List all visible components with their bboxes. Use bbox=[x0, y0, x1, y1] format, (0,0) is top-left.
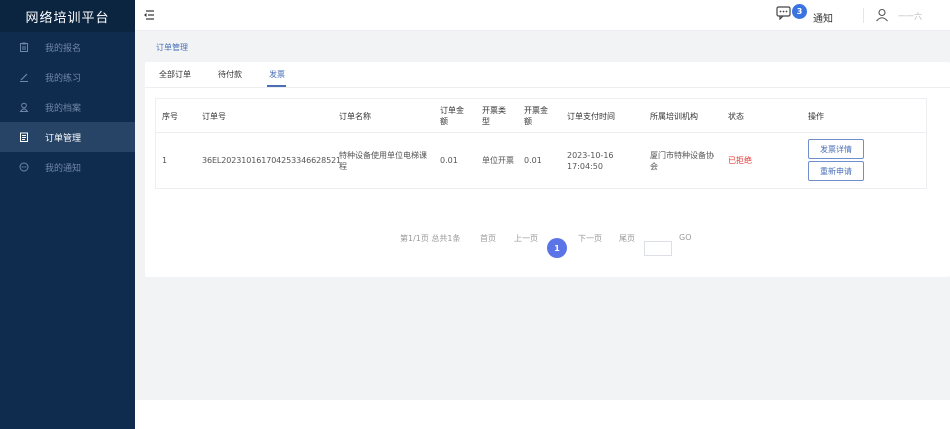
cell-amount: 0.01 bbox=[440, 156, 458, 165]
cell-org-line2: 会 bbox=[650, 162, 658, 171]
tab-pending-payment[interactable]: 待付款 bbox=[218, 69, 242, 80]
column-header-status: 状态 bbox=[728, 112, 744, 121]
notification-link[interactable]: 通知 bbox=[813, 10, 833, 25]
column-header-invoice-amount-line1: 开票金 bbox=[524, 106, 548, 115]
cell-pay-time: 2023-10-16 17:04:50 bbox=[567, 150, 614, 172]
sidebar-item-my-practice[interactable]: 我的练习 bbox=[0, 62, 135, 92]
cell-invoice-type: 单位开票 bbox=[482, 156, 514, 165]
cell-org-line1: 厦门市特种设备协 bbox=[650, 151, 714, 160]
tab-bar: 全部订单 待付款 发票 bbox=[145, 62, 950, 88]
column-header-amount: 订单金 额 bbox=[440, 105, 464, 127]
goto-page-input[interactable] bbox=[644, 241, 672, 256]
column-header-invoice-type-line1: 开票类 bbox=[482, 106, 506, 115]
column-header-org: 所属培训机构 bbox=[650, 112, 698, 121]
main-content: 订单管理 全部订单 待付款 发票 序号 订单号 订单名称 订单金 额 开票类 型 bbox=[135, 31, 950, 400]
cell-order-name: 特种设备使用单位电梯课 程 bbox=[339, 150, 427, 172]
order-card: 全部订单 待付款 发票 序号 订单号 订单名称 订单金 额 开票类 型 开票金 bbox=[145, 62, 950, 277]
user-avatar-icon[interactable] bbox=[875, 8, 889, 24]
column-header-invoice-amount: 开票金 额 bbox=[524, 105, 548, 127]
last-page-link[interactable]: 尾页 bbox=[619, 233, 635, 244]
breadcrumb[interactable]: 订单管理 bbox=[156, 42, 188, 53]
reapply-button[interactable]: 重新申请 bbox=[808, 161, 864, 181]
cell-invoice-amount: 0.01 bbox=[524, 156, 542, 165]
column-header-actions: 操作 bbox=[808, 112, 824, 121]
column-header-order-name: 订单名称 bbox=[339, 112, 371, 121]
cell-org: 厦门市特种设备协 会 bbox=[650, 150, 714, 172]
sidebar: 网络培训平台 我的报名 我的练习 我的档案 订单管理 我的通知 bbox=[0, 0, 135, 429]
sidebar-item-my-profile[interactable]: 我的档案 bbox=[0, 92, 135, 122]
tab-invoice[interactable]: 发票 bbox=[269, 69, 285, 80]
cell-index: 1 bbox=[162, 156, 168, 165]
message-icon bbox=[19, 162, 29, 172]
menu-collapse-icon[interactable] bbox=[143, 9, 155, 21]
order-icon bbox=[19, 132, 29, 142]
sidebar-item-label: 我的通知 bbox=[45, 163, 82, 174]
app-title: 网络培训平台 bbox=[0, 0, 135, 32]
cell-order-name-line2: 程 bbox=[339, 162, 347, 171]
column-header-invoice-amount-line2: 额 bbox=[524, 117, 532, 126]
column-header-order-no: 订单号 bbox=[202, 112, 226, 121]
top-bar: 3 通知 一一六 bbox=[135, 0, 950, 31]
prev-page-link[interactable]: 上一页 bbox=[514, 233, 538, 244]
sidebar-item-label: 我的练习 bbox=[45, 73, 82, 84]
column-header-amount-line1: 订单金 bbox=[440, 106, 464, 115]
sidebar-item-label: 订单管理 bbox=[45, 133, 82, 144]
user-profile-icon bbox=[19, 102, 29, 112]
column-header-invoice-type-line2: 型 bbox=[482, 117, 490, 126]
pagination-summary: 第1/1页 总共1条 bbox=[400, 234, 461, 243]
notification-count-badge: 3 bbox=[792, 4, 807, 19]
sidebar-item-order-management[interactable]: 订单管理 bbox=[0, 122, 135, 152]
cell-order-name-line1: 特种设备使用单位电梯课 bbox=[339, 151, 427, 160]
divider bbox=[863, 8, 864, 23]
table-header: 序号 订单号 订单名称 订单金 额 开票类 型 开票金 额 订单支付时间 所属培… bbox=[156, 99, 926, 133]
go-button[interactable]: GO bbox=[679, 233, 692, 242]
chat-icon[interactable] bbox=[776, 6, 792, 20]
status-badge: 已拒绝 bbox=[728, 156, 752, 165]
cell-order-no: 36EL20231016170425334662852​1 bbox=[202, 156, 342, 165]
active-tab-indicator bbox=[267, 85, 286, 87]
cell-pay-date: 2023-10-16 bbox=[567, 151, 614, 160]
tab-all-orders[interactable]: 全部订单 bbox=[159, 69, 191, 80]
column-header-index: 序号 bbox=[162, 112, 178, 121]
sidebar-item-label: 我的档案 bbox=[45, 103, 82, 114]
column-header-pay-time: 订单支付时间 bbox=[567, 112, 615, 121]
next-page-link[interactable]: 下一页 bbox=[578, 233, 602, 244]
invoice-table: 序号 订单号 订单名称 订单金 额 开票类 型 开票金 额 订单支付时间 所属培… bbox=[155, 98, 927, 189]
column-header-invoice-type: 开票类 型 bbox=[482, 105, 506, 127]
cell-pay-clock: 17:04:50 bbox=[567, 162, 603, 171]
column-header-amount-line2: 额 bbox=[440, 117, 448, 126]
first-page-link[interactable]: 首页 bbox=[480, 233, 496, 244]
sidebar-item-my-registration[interactable]: 我的报名 bbox=[0, 32, 135, 62]
sidebar-item-label: 我的报名 bbox=[45, 43, 82, 54]
footer-area bbox=[135, 400, 950, 429]
page-number-current[interactable]: 1 bbox=[547, 238, 567, 258]
clipboard-icon bbox=[19, 42, 29, 52]
user-name[interactable]: 一一六 bbox=[898, 11, 922, 22]
sidebar-item-my-notifications[interactable]: 我的通知 bbox=[0, 152, 135, 182]
pencil-icon bbox=[19, 72, 29, 82]
invoice-detail-button[interactable]: 发票详情 bbox=[808, 139, 864, 159]
